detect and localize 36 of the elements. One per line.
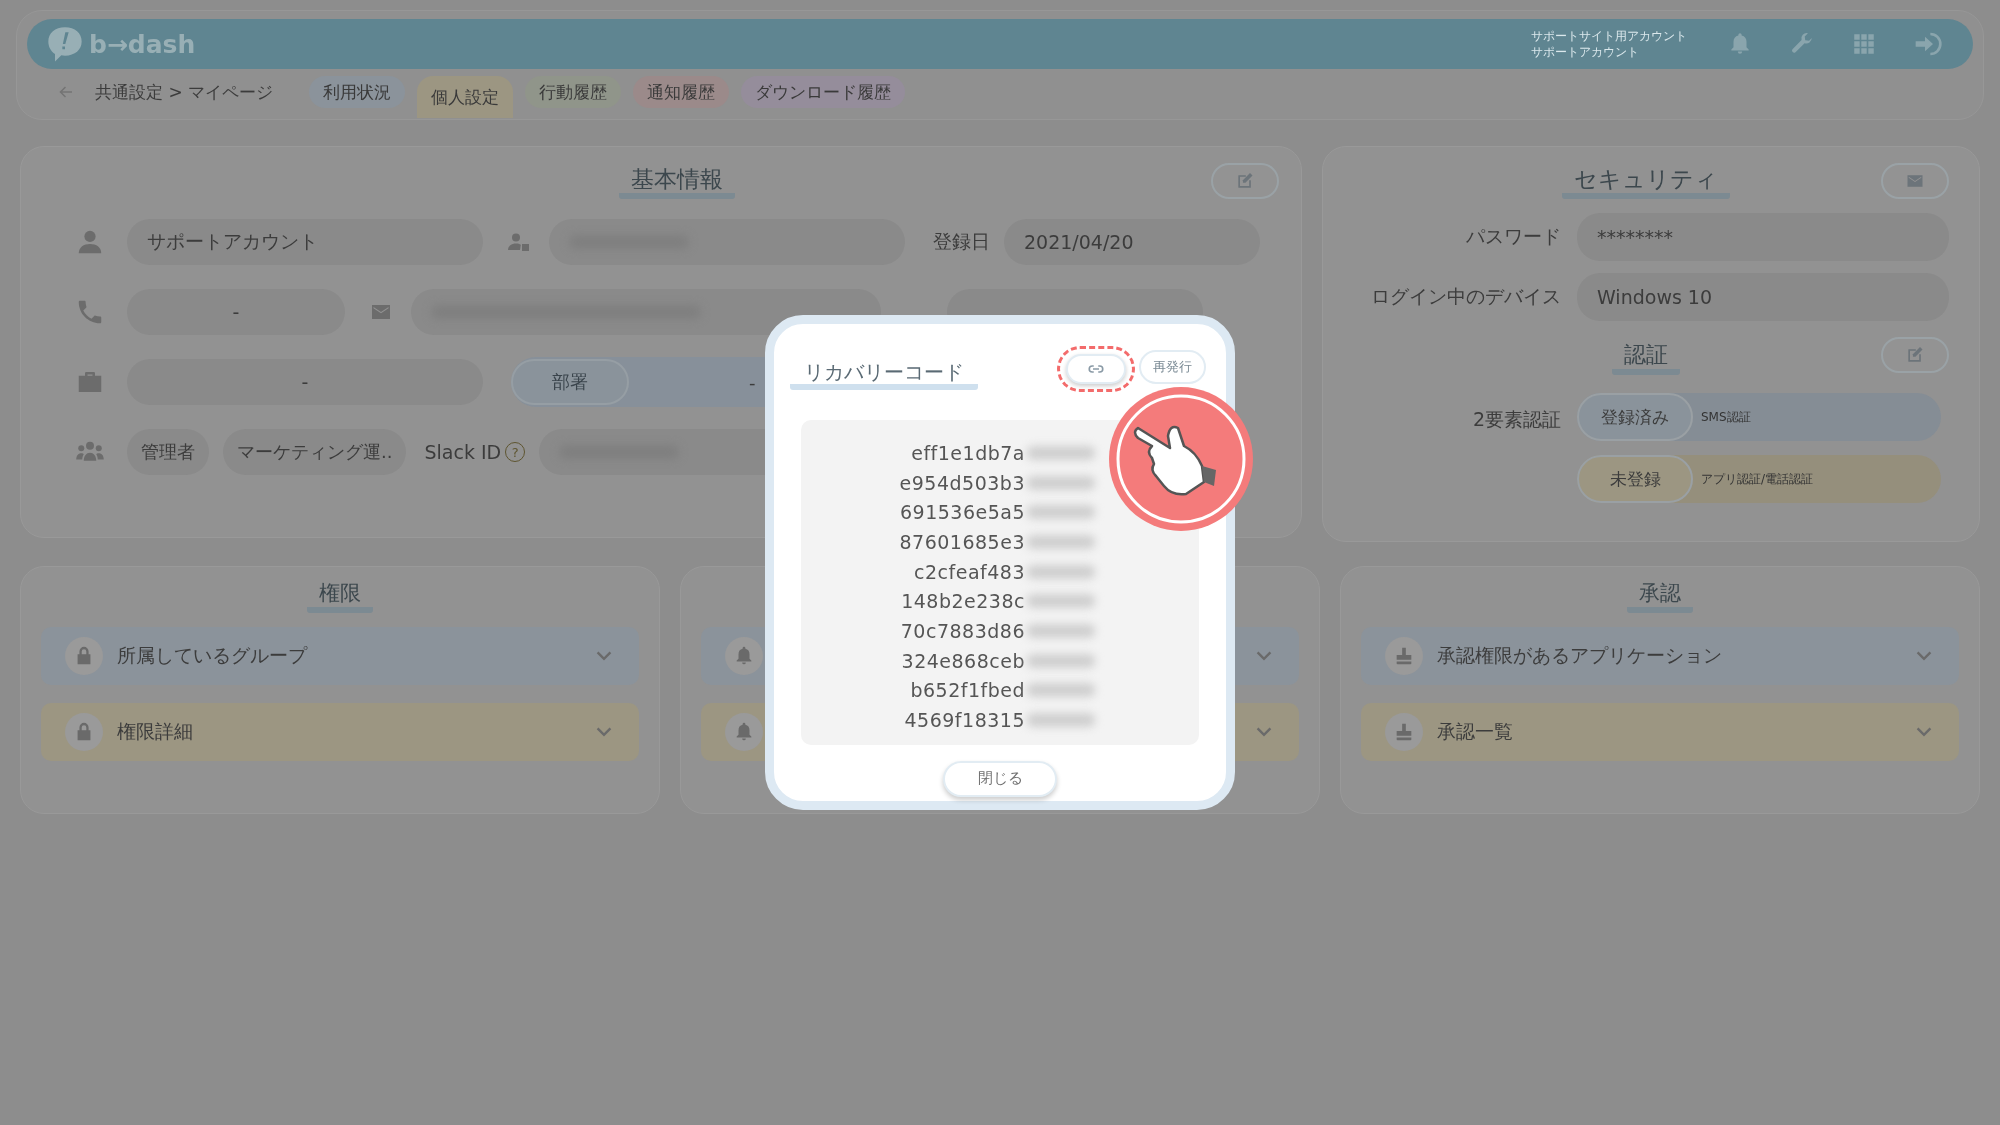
recovery-code: e954d503b3 (898, 471, 1025, 494)
status-label: 未登録 (1577, 455, 1693, 503)
recovery-code: 324e868ceb (900, 649, 1025, 672)
section-title: 承認 (1627, 579, 1693, 613)
recovery-code: b652f1fbed (909, 679, 1025, 702)
role-chip: 管理者 (127, 429, 209, 475)
accordion-label: 承認権限があるアプリケーション (1437, 643, 1723, 668)
recovery-code: 87601685e3 (898, 530, 1025, 553)
section-title: 権限 (307, 579, 373, 613)
accordion-label: 所属しているグループ (117, 643, 309, 668)
field-label: ログイン中のデバイス (1370, 284, 1561, 309)
field-label: パスワード (1465, 224, 1561, 249)
dialog-title: リカバリーコード (790, 360, 978, 390)
status-label: 登録済み (1577, 393, 1693, 441)
recovery-code: 70c7883d86 (899, 619, 1025, 642)
section-title: 基本情報 (619, 165, 735, 199)
accordion-label: 権限詳細 (117, 719, 194, 744)
account-name: サポートアカウント (1531, 44, 1640, 60)
breadcrumb: 共通設定 > マイページ (95, 80, 274, 104)
department-label: 部署 (511, 359, 629, 405)
field-label: 登録日 (933, 229, 990, 254)
section-title: 認証 (1612, 341, 1680, 375)
role-chip: マーケティング運.. (223, 429, 407, 475)
accordion-label: 承認一覧 (1437, 719, 1514, 744)
recovery-code: 4569f18315 (903, 709, 1025, 732)
recovery-code: c2cfeaf483 (913, 560, 1025, 583)
recovery-code: 691536e5a5 (898, 501, 1025, 524)
account-name: サポートサイト用アカウント (1531, 28, 1687, 44)
department-value: - (749, 371, 756, 393)
section-title: セキュリティ (1562, 165, 1730, 199)
recovery-code: eff1e1db7a (910, 441, 1025, 464)
recovery-code: 148b2e238c (900, 590, 1025, 613)
field-label: 2要素認証 (1471, 407, 1561, 432)
method-name: SMS認証 (1701, 408, 1751, 426)
field-label: Slack ID (424, 441, 502, 463)
method-name: アプリ認証/電話認証 (1701, 470, 1814, 488)
